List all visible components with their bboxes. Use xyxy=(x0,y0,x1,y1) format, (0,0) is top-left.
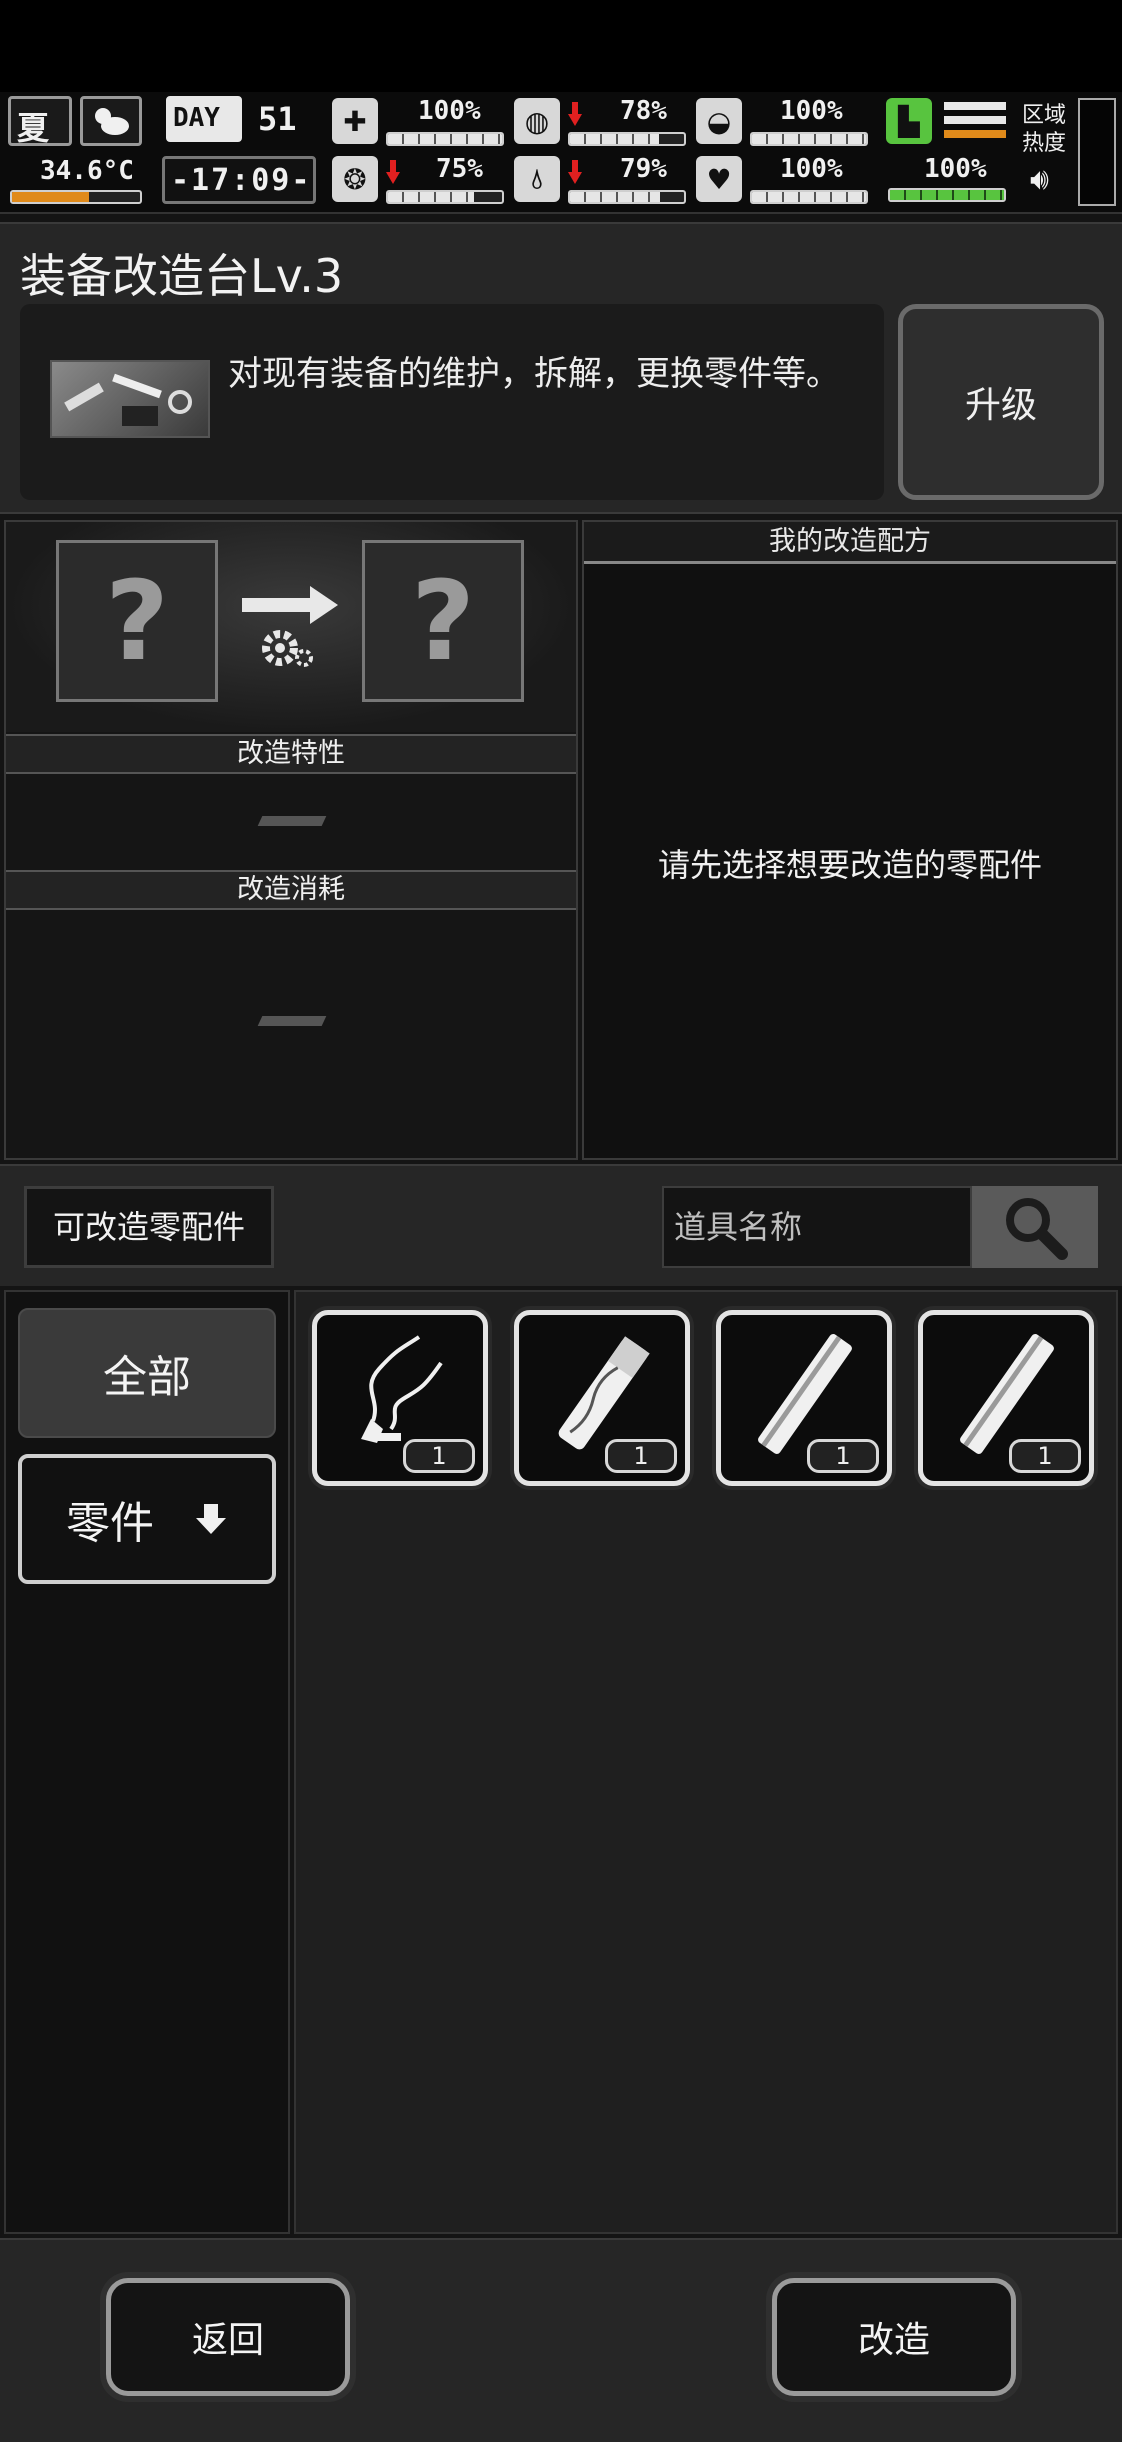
season-label: 夏 xyxy=(17,109,50,147)
stat-thirst-fill xyxy=(570,192,661,202)
area-heat-label: 区域热度 xyxy=(1022,103,1067,156)
category-parts-tab[interactable]: 零件 xyxy=(18,1454,276,1584)
cost-header: 改造消耗 xyxy=(6,870,576,910)
area-heat-meter xyxy=(1078,98,1116,206)
stat-hunger-value: 78% xyxy=(620,96,667,126)
arrow-down-icon xyxy=(196,1504,226,1534)
season-indicator: 夏 xyxy=(8,96,72,147)
item-count-badge: 1 xyxy=(807,1439,879,1473)
hunger-falling-icon xyxy=(568,102,582,126)
item-search-input[interactable] xyxy=(662,1186,972,1268)
stat-hunger-fill xyxy=(570,134,659,144)
clock-time: -17:09- xyxy=(171,163,312,198)
page-title: 装备改造台Lv.3 xyxy=(20,249,344,303)
modify-slots-area: ? ? xyxy=(6,522,576,732)
inventory-toolbar: 可改造零配件 xyxy=(0,1164,1122,1286)
modifiable-parts-filter[interactable]: 可改造零配件 xyxy=(24,1186,274,1268)
traits-empty-dash xyxy=(257,816,327,826)
stat-health-value: 100% xyxy=(418,96,481,126)
stat-mood-fill xyxy=(752,192,866,202)
search-button[interactable] xyxy=(972,1186,1098,1268)
traits-header: 改造特性 xyxy=(6,734,576,774)
stat-stamina-bar xyxy=(888,188,1006,202)
temperature-readout: 34.6°C xyxy=(40,156,134,186)
footer-actions: 返回 改造 xyxy=(0,2238,1122,2442)
modify-preview-panel: ? ? 改造特性 改造消耗 xyxy=(4,520,578,1160)
stat-sanity-fill xyxy=(388,192,474,202)
stat-thirst-bar xyxy=(568,190,686,204)
modify-button[interactable]: 改造 xyxy=(772,2278,1016,2396)
weather-icon xyxy=(80,96,142,146)
item-slot[interactable]: 1 xyxy=(514,1310,690,1486)
water-drop-icon: 💧︎ xyxy=(514,156,560,202)
item-slot[interactable]: 1 xyxy=(918,1310,1094,1486)
result-part-slot[interactable]: ? xyxy=(362,540,524,702)
stat-sanity-bar xyxy=(386,190,504,204)
stomach-icon: ◍ xyxy=(514,98,560,144)
item-count-badge: 1 xyxy=(403,1439,475,1473)
item-count-badge: 1 xyxy=(1009,1439,1081,1473)
armor-icon: ◒ xyxy=(696,98,742,144)
transform-arrow-icon xyxy=(238,582,342,678)
temperature-bar xyxy=(10,190,142,204)
workbench-info-panel: 装备改造台Lv.3 对现有装备的维护，拆解，更换零件等。 升级 xyxy=(0,222,1122,514)
stat-defense-bar xyxy=(750,132,868,146)
boot-icon: ▙ xyxy=(886,98,932,144)
medkit-icon: ✚ xyxy=(332,98,378,144)
stat-stamina-fill xyxy=(890,190,1004,200)
category-all-tab[interactable]: 全部 xyxy=(18,1308,276,1438)
stat-defense-value: 100% xyxy=(780,96,843,126)
stat-health-fill xyxy=(388,134,502,144)
survival-hud: 夏 34.6°C DAY 51 -17:09- ✚ 100% ◍ 78% ◒ 1… xyxy=(0,92,1122,214)
workbench-description: 对现有装备的维护，拆解，更换零件等。 xyxy=(20,304,884,500)
recipes-empty-message: 请先选择想要改造的零配件 xyxy=(657,846,1042,884)
category-parts-label: 零件 xyxy=(66,1498,154,1549)
clock: -17:09- xyxy=(162,156,316,204)
stat-sanity-value: 75% xyxy=(436,154,483,184)
category-list: 全部 零件 xyxy=(4,1290,290,2234)
sound-icon[interactable]: 🔊︎ xyxy=(1030,162,1049,197)
sanity-falling-icon xyxy=(386,160,400,184)
source-part-slot[interactable]: ? xyxy=(56,540,218,702)
item-slot[interactable]: 1 xyxy=(312,1310,488,1486)
stat-defense-fill xyxy=(752,134,866,144)
stat-stamina-value: 100% xyxy=(924,154,987,184)
search-icon xyxy=(1006,1198,1068,1260)
item-count-badge: 1 xyxy=(605,1439,677,1473)
heart-icon: ♥ xyxy=(696,156,742,202)
back-button[interactable]: 返回 xyxy=(106,2278,350,2396)
thirst-falling-icon xyxy=(568,160,582,184)
recipes-header: 我的改造配方 xyxy=(584,522,1116,564)
item-slot[interactable]: 1 xyxy=(716,1310,892,1486)
stat-thirst-value: 79% xyxy=(620,154,667,184)
description-text: 对现有装备的维护，拆解，更换零件等。 xyxy=(228,354,840,394)
stamina-line-icon xyxy=(944,102,1006,110)
item-grid: 1 1 1 1 xyxy=(294,1290,1118,2234)
day-badge: DAY xyxy=(166,96,242,142)
upgrade-button[interactable]: 升级 xyxy=(898,304,1104,500)
workbench-tools-image xyxy=(50,360,210,438)
temperature-bar-fill xyxy=(12,192,89,202)
category-all-label: 全部 xyxy=(103,1352,191,1403)
day-number: 51 xyxy=(258,100,297,138)
stat-health-bar xyxy=(386,132,504,146)
stat-mood-bar xyxy=(750,190,868,204)
day-label: DAY xyxy=(173,103,220,133)
recipes-panel: 我的改造配方 请先选择想要改造的零配件 xyxy=(582,520,1118,1160)
stat-hunger-bar xyxy=(568,132,686,146)
cost-empty-dash xyxy=(257,1016,327,1026)
stat-mood-value: 100% xyxy=(780,154,843,184)
brain-icon: ❂ xyxy=(332,156,378,202)
system-status-bar xyxy=(0,0,1122,92)
